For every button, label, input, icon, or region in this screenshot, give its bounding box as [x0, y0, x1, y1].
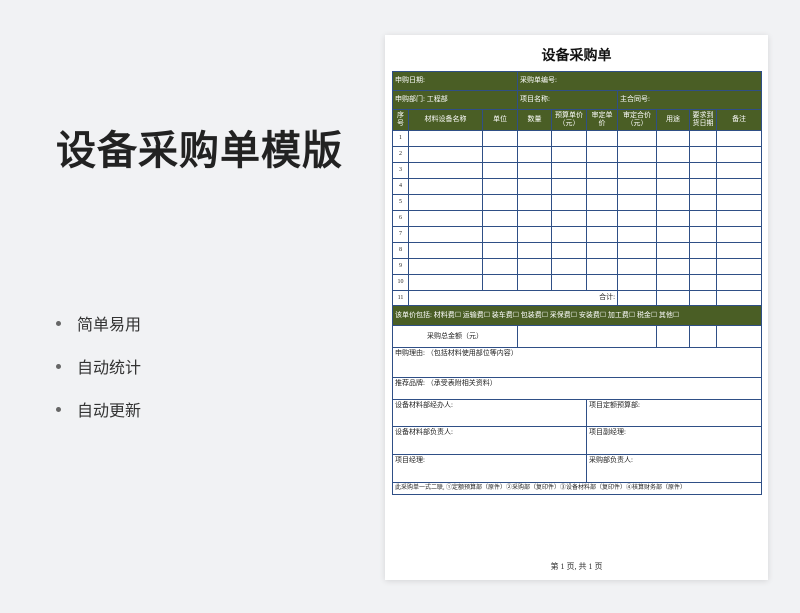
column-header: 要求到货日期	[689, 109, 718, 131]
purchase-form-table: 申购日期: 采购单编号: 申购部门: 工程部 项目名称: 主合同号: 序号 材料…	[391, 71, 763, 495]
column-header: 数量	[517, 109, 553, 131]
contract-field: 主合同号:	[617, 90, 763, 110]
material-handler-sign: 设备材料部经办人:	[391, 399, 588, 427]
column-header: 备注	[716, 109, 763, 131]
table-row: 8	[392, 242, 763, 259]
table-row: 7	[392, 226, 763, 243]
table-row: 1	[392, 130, 763, 147]
price-includes: 该单价包括: 材料费☐ 运输费☐ 装车费☐ 包装费☐ 采保费☐ 安装费☐ 加工费…	[391, 305, 763, 326]
dept-field: 申购部门: 工程部	[391, 90, 519, 110]
column-header: 序号	[392, 109, 409, 131]
feature-item: 简单易用	[56, 312, 141, 334]
table-row: 6	[392, 210, 763, 227]
feature-item: 自动统计	[56, 355, 141, 377]
column-header: 审定单价	[586, 109, 619, 131]
purchase-head-sign: 采购部负责人:	[586, 454, 763, 483]
deputy-manager-sign: 项目副经理:	[586, 426, 763, 455]
total-amount-label: 采购总金额（元）	[391, 325, 519, 348]
form-title: 设备采购单	[541, 49, 612, 64]
bullet-icon	[56, 406, 61, 412]
column-header: 用途	[656, 109, 691, 131]
column-header: 预算单价（元）	[551, 109, 588, 131]
table-row: 3	[392, 162, 763, 179]
apply-date-field: 申购日期:	[391, 71, 519, 91]
table-row: 10	[392, 274, 763, 291]
table-row: 2	[392, 146, 763, 163]
page-footer: 第 1 页, 共 1 页	[550, 562, 603, 571]
distribution-note: 此采购单一式二联, ①定额预算部（原件）②采购部（复印件）③设备材料部（复印件）…	[391, 482, 763, 495]
column-header: 材料设备名称	[408, 109, 483, 131]
column-header: 审定合价（元）	[617, 109, 658, 131]
budget-dept-sign: 项目定额预算部:	[586, 399, 763, 427]
order-no-field: 采购单编号:	[517, 71, 763, 91]
bullet-icon	[56, 320, 61, 326]
project-manager-sign: 项目经理:	[391, 454, 588, 483]
table-row: 9	[392, 258, 763, 275]
table-row: 4	[392, 178, 763, 195]
material-head-sign: 设备材料部负责人:	[391, 426, 588, 455]
brand-field: 推荐品牌: （承受表附相关资料）	[391, 377, 763, 400]
feature-item: 自动更新	[56, 398, 141, 420]
project-field: 项目名称:	[517, 90, 619, 110]
bullet-icon	[56, 363, 61, 369]
table-row: 5	[392, 194, 763, 211]
feature-list: 简单易用 自动统计 自动更新	[56, 312, 141, 441]
page-title: 设备采购单模版	[56, 128, 343, 174]
column-header: 单位	[481, 109, 519, 131]
document-preview: 设备采购单 申购日期: 采购单编号: 申购部门: 工程部 项目名称: 主合同号:…	[385, 35, 768, 580]
total-row: 11 合计:	[392, 290, 763, 306]
reason-field: 申购理由: （包括材料使用部位等内容）	[391, 347, 763, 378]
total-label: 合计:	[407, 290, 619, 306]
